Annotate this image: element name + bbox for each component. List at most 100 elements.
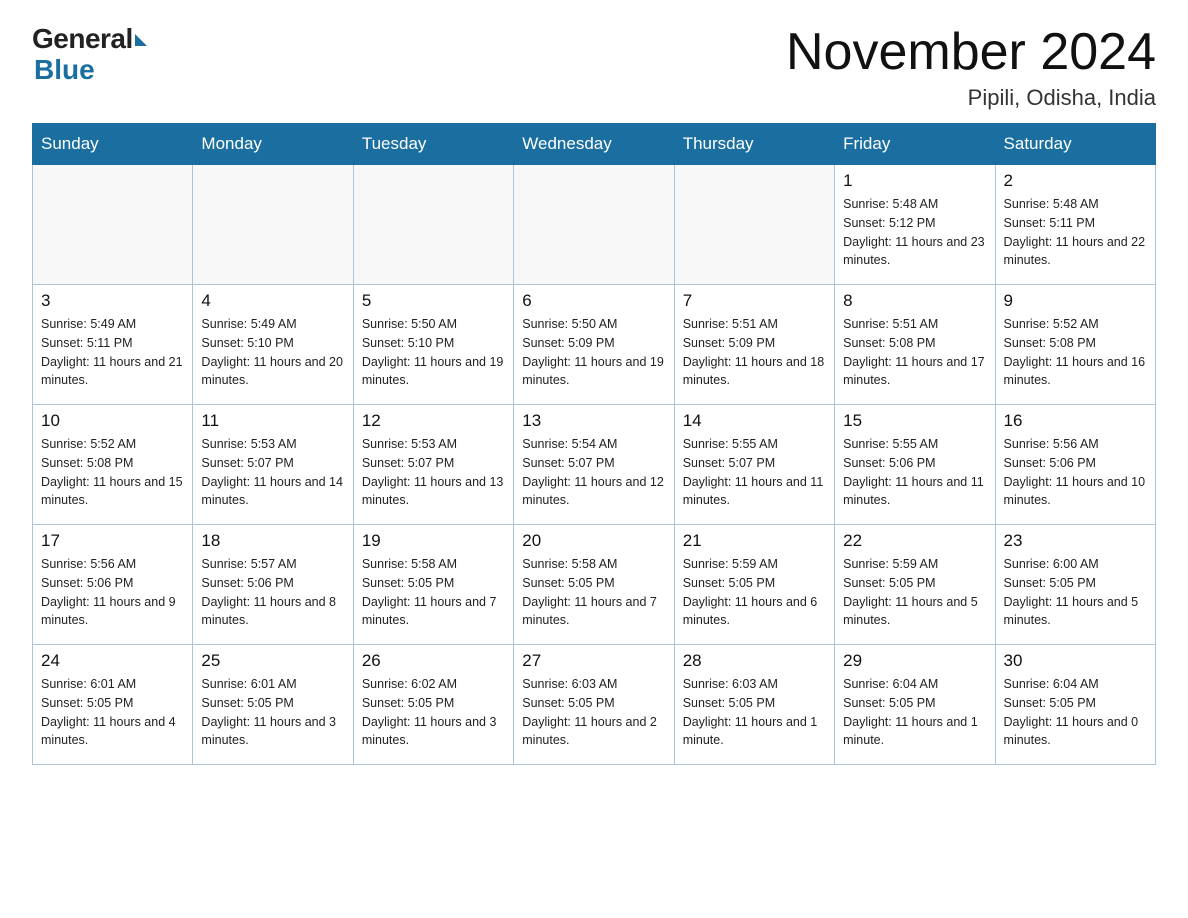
day-number: 27 [522, 651, 665, 671]
day-info: Sunrise: 5:55 AMSunset: 5:07 PMDaylight:… [683, 435, 826, 510]
day-number: 29 [843, 651, 986, 671]
day-number: 2 [1004, 171, 1147, 191]
day-info: Sunrise: 6:02 AMSunset: 5:05 PMDaylight:… [362, 675, 505, 750]
day-info: Sunrise: 5:53 AMSunset: 5:07 PMDaylight:… [362, 435, 505, 510]
logo-blue-text: Blue [34, 54, 95, 85]
weekday-header-thursday: Thursday [674, 124, 834, 165]
day-info: Sunrise: 5:50 AMSunset: 5:09 PMDaylight:… [522, 315, 665, 390]
location-title: Pipili, Odisha, India [786, 85, 1156, 111]
weekday-header-wednesday: Wednesday [514, 124, 674, 165]
day-info: Sunrise: 5:51 AMSunset: 5:09 PMDaylight:… [683, 315, 826, 390]
day-number: 8 [843, 291, 986, 311]
calendar-cell: 13 Sunrise: 5:54 AMSunset: 5:07 PMDayligh… [514, 405, 674, 525]
calendar-cell [353, 165, 513, 285]
day-info: Sunrise: 5:57 AMSunset: 5:06 PMDaylight:… [201, 555, 344, 630]
day-number: 16 [1004, 411, 1147, 431]
calendar-cell: 26 Sunrise: 6:02 AMSunset: 5:05 PMDayligh… [353, 645, 513, 765]
day-number: 4 [201, 291, 344, 311]
day-number: 9 [1004, 291, 1147, 311]
calendar-cell [33, 165, 193, 285]
day-info: Sunrise: 6:01 AMSunset: 5:05 PMDaylight:… [201, 675, 344, 750]
weekday-header-saturday: Saturday [995, 124, 1155, 165]
day-info: Sunrise: 5:52 AMSunset: 5:08 PMDaylight:… [41, 435, 184, 510]
calendar-cell: 27 Sunrise: 6:03 AMSunset: 5:05 PMDayligh… [514, 645, 674, 765]
calendar-cell: 2 Sunrise: 5:48 AMSunset: 5:11 PMDaylight… [995, 165, 1155, 285]
page-header: General Blue November 2024 Pipili, Odish… [32, 24, 1156, 111]
day-info: Sunrise: 5:56 AMSunset: 5:06 PMDaylight:… [1004, 435, 1147, 510]
calendar-week-row: 17 Sunrise: 5:56 AMSunset: 5:06 PMDayligh… [33, 525, 1156, 645]
day-number: 14 [683, 411, 826, 431]
day-number: 7 [683, 291, 826, 311]
calendar-cell: 17 Sunrise: 5:56 AMSunset: 5:06 PMDayligh… [33, 525, 193, 645]
calendar-cell: 20Sunrise: 5:58 AMSunset: 5:05 PMDayligh… [514, 525, 674, 645]
logo-general-text: General [32, 24, 133, 55]
day-info: Sunrise: 5:58 AMSunset: 5:05 PMDaylight:… [362, 555, 505, 630]
day-info: Sunrise: 5:59 AMSunset: 5:05 PMDaylight:… [683, 555, 826, 630]
calendar-week-row: 24Sunrise: 6:01 AMSunset: 5:05 PMDayligh… [33, 645, 1156, 765]
weekday-header-row: SundayMondayTuesdayWednesdayThursdayFrid… [33, 124, 1156, 165]
calendar-cell: 11 Sunrise: 5:53 AMSunset: 5:07 PMDayligh… [193, 405, 353, 525]
day-info: Sunrise: 5:53 AMSunset: 5:07 PMDaylight:… [201, 435, 344, 510]
day-info: Sunrise: 5:48 AMSunset: 5:12 PMDaylight:… [843, 195, 986, 270]
calendar-cell: 24Sunrise: 6:01 AMSunset: 5:05 PMDayligh… [33, 645, 193, 765]
calendar-cell: 6 Sunrise: 5:50 AMSunset: 5:09 PMDaylight… [514, 285, 674, 405]
day-info: Sunrise: 5:48 AMSunset: 5:11 PMDaylight:… [1004, 195, 1147, 270]
day-number: 5 [362, 291, 505, 311]
day-info: Sunrise: 6:03 AMSunset: 5:05 PMDaylight:… [522, 675, 665, 750]
calendar-week-row: 10 Sunrise: 5:52 AMSunset: 5:08 PMDayligh… [33, 405, 1156, 525]
day-number: 3 [41, 291, 184, 311]
month-title: November 2024 [786, 24, 1156, 81]
day-number: 19 [362, 531, 505, 551]
day-number: 1 [843, 171, 986, 191]
weekday-header-tuesday: Tuesday [353, 124, 513, 165]
day-number: 12 [362, 411, 505, 431]
calendar-table: SundayMondayTuesdayWednesdayThursdayFrid… [32, 123, 1156, 765]
calendar-cell: 14 Sunrise: 5:55 AMSunset: 5:07 PMDayligh… [674, 405, 834, 525]
day-number: 18 [201, 531, 344, 551]
day-info: Sunrise: 5:50 AMSunset: 5:10 PMDaylight:… [362, 315, 505, 390]
day-number: 22 [843, 531, 986, 551]
day-info: Sunrise: 5:56 AMSunset: 5:06 PMDaylight:… [41, 555, 184, 630]
day-number: 11 [201, 411, 344, 431]
day-info: Sunrise: 5:54 AMSunset: 5:07 PMDaylight:… [522, 435, 665, 510]
calendar-cell: 15 Sunrise: 5:55 AMSunset: 5:06 PMDayligh… [835, 405, 995, 525]
calendar-cell: 29 Sunrise: 6:04 AMSunset: 5:05 PMDayligh… [835, 645, 995, 765]
calendar-cell: 4 Sunrise: 5:49 AMSunset: 5:10 PMDaylight… [193, 285, 353, 405]
calendar-cell: 16 Sunrise: 5:56 AMSunset: 5:06 PMDayligh… [995, 405, 1155, 525]
day-number: 10 [41, 411, 184, 431]
day-info: Sunrise: 5:49 AMSunset: 5:11 PMDaylight:… [41, 315, 184, 390]
title-block: November 2024 Pipili, Odisha, India [786, 24, 1156, 111]
calendar-week-row: 1 Sunrise: 5:48 AMSunset: 5:12 PMDaylight… [33, 165, 1156, 285]
calendar-cell [674, 165, 834, 285]
day-info: Sunrise: 6:01 AMSunset: 5:05 PMDaylight:… [41, 675, 184, 750]
day-info: Sunrise: 5:49 AMSunset: 5:10 PMDaylight:… [201, 315, 344, 390]
day-number: 15 [843, 411, 986, 431]
calendar-cell: 3 Sunrise: 5:49 AMSunset: 5:11 PMDaylight… [33, 285, 193, 405]
calendar-cell: 9 Sunrise: 5:52 AMSunset: 5:08 PMDaylight… [995, 285, 1155, 405]
calendar-cell: 1 Sunrise: 5:48 AMSunset: 5:12 PMDaylight… [835, 165, 995, 285]
day-number: 23 [1004, 531, 1147, 551]
day-info: Sunrise: 6:04 AMSunset: 5:05 PMDaylight:… [843, 675, 986, 750]
day-info: Sunrise: 5:52 AMSunset: 5:08 PMDaylight:… [1004, 315, 1147, 390]
calendar-cell: 18 Sunrise: 5:57 AMSunset: 5:06 PMDayligh… [193, 525, 353, 645]
calendar-cell [193, 165, 353, 285]
calendar-cell: 12 Sunrise: 5:53 AMSunset: 5:07 PMDayligh… [353, 405, 513, 525]
day-number: 17 [41, 531, 184, 551]
day-info: Sunrise: 6:00 AMSunset: 5:05 PMDaylight:… [1004, 555, 1147, 630]
calendar-cell: 19 Sunrise: 5:58 AMSunset: 5:05 PMDayligh… [353, 525, 513, 645]
day-info: Sunrise: 5:55 AMSunset: 5:06 PMDaylight:… [843, 435, 986, 510]
day-number: 21 [683, 531, 826, 551]
day-info: Sunrise: 6:04 AMSunset: 5:05 PMDaylight:… [1004, 675, 1147, 750]
weekday-header-sunday: Sunday [33, 124, 193, 165]
logo: General Blue [32, 24, 147, 86]
day-number: 6 [522, 291, 665, 311]
day-info: Sunrise: 5:58 AMSunset: 5:05 PMDaylight:… [522, 555, 665, 630]
day-info: Sunrise: 5:51 AMSunset: 5:08 PMDaylight:… [843, 315, 986, 390]
calendar-cell: 22Sunrise: 5:59 AMSunset: 5:05 PMDayligh… [835, 525, 995, 645]
calendar-cell: 10 Sunrise: 5:52 AMSunset: 5:08 PMDayligh… [33, 405, 193, 525]
weekday-header-monday: Monday [193, 124, 353, 165]
day-number: 26 [362, 651, 505, 671]
day-number: 13 [522, 411, 665, 431]
day-number: 25 [201, 651, 344, 671]
calendar-cell: 5 Sunrise: 5:50 AMSunset: 5:10 PMDaylight… [353, 285, 513, 405]
